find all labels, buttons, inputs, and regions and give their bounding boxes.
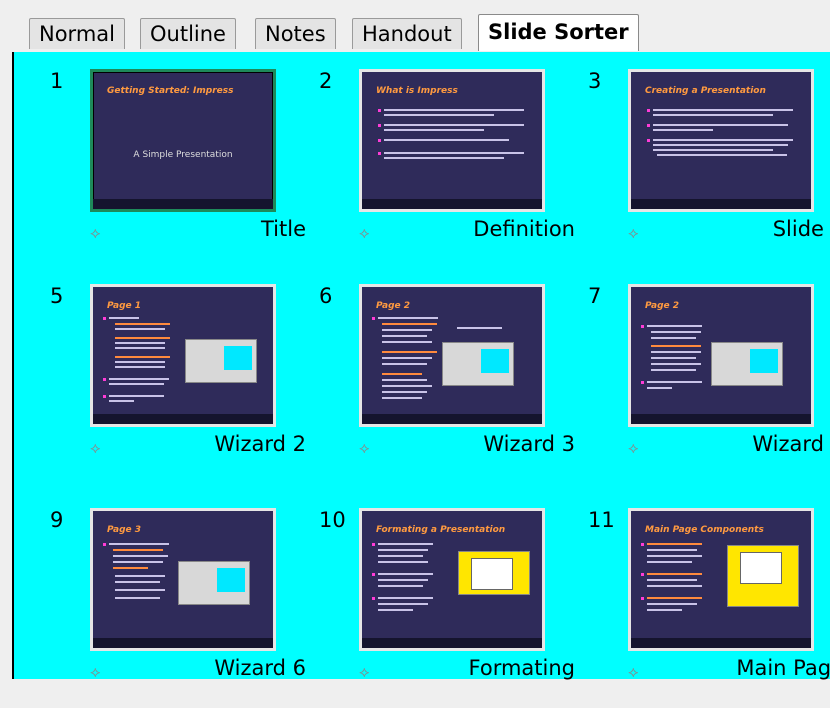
transition-icon[interactable]: ⟡ bbox=[628, 223, 639, 243]
slide-cell[interactable]: 6 Page 2 ⟡ Wizard 3 bbox=[319, 284, 575, 484]
slide-thumb-title: Creating a Presentation bbox=[645, 86, 766, 96]
slide-name: Formating bbox=[468, 656, 575, 680]
transition-icon[interactable]: ⟡ bbox=[628, 438, 639, 458]
slide-cell[interactable]: 2 What is Impress ⟡ Definition bbox=[319, 69, 575, 269]
slide-thumb-title: Page 1 bbox=[107, 301, 142, 311]
slide-thumbnail[interactable]: Creating a Presentation bbox=[628, 69, 814, 212]
transition-icon[interactable]: ⟡ bbox=[359, 438, 370, 458]
slide-thumbnail[interactable]: Formating a Presentation bbox=[359, 508, 545, 651]
slide-footer-bar bbox=[362, 414, 542, 424]
tab-outline[interactable]: Outline bbox=[140, 18, 236, 49]
tab-normal[interactable]: Normal bbox=[29, 18, 125, 49]
slide-thumb-subtitle: A Simple Presentation bbox=[133, 150, 233, 160]
slide-name: Slide 3 bbox=[772, 217, 830, 241]
slide-thumbnail[interactable]: Page 2 bbox=[628, 284, 814, 427]
slide-thumbnail[interactable]: Page 3 bbox=[90, 508, 276, 651]
left-margin bbox=[0, 52, 12, 679]
slide-cell[interactable]: 3 Creating a Presentation ⟡ Slide 3 bbox=[588, 69, 830, 269]
slide-thumb-title: Formating a Presentation bbox=[376, 525, 506, 535]
slide-name: Definition bbox=[473, 217, 575, 241]
tab-notes[interactable]: Notes bbox=[255, 18, 336, 49]
transition-icon[interactable]: ⟡ bbox=[359, 223, 370, 243]
slide-cell[interactable]: 1 Getting Started: Impress A Simple Pres… bbox=[50, 69, 306, 269]
tab-handout[interactable]: Handout bbox=[352, 18, 462, 49]
transition-icon[interactable]: ⟡ bbox=[628, 662, 639, 682]
slide-cell[interactable]: 9 Page 3 ⟡ Wizard 6 bbox=[50, 508, 306, 708]
slide-thumbnail[interactable]: Page 2 bbox=[359, 284, 545, 427]
slide-thumb-title: Getting Started: Impress bbox=[107, 86, 234, 96]
slide-number: 3 bbox=[588, 69, 602, 93]
slide-sorter-pane[interactable]: 1 Getting Started: Impress A Simple Pres… bbox=[12, 52, 830, 681]
view-tab-bar: Normal Outline Notes Handout Slide Sorte… bbox=[0, 0, 830, 56]
slide-thumbnail[interactable]: Page 1 bbox=[90, 284, 276, 427]
slide-thumb-title: What is Impress bbox=[376, 86, 458, 96]
slide-cell[interactable]: 10 Formating a Presentation ⟡ Formating bbox=[319, 508, 575, 708]
transition-icon[interactable]: ⟡ bbox=[90, 438, 101, 458]
slide-number: 11 bbox=[588, 508, 615, 532]
slide-footer-bar bbox=[631, 199, 811, 209]
slide-number: 6 bbox=[319, 284, 333, 308]
slide-name: Wizard 3 bbox=[483, 432, 575, 456]
slide-footer-bar bbox=[631, 638, 811, 648]
slide-cell[interactable]: 5 Page 1 ⟡ Wizard 2 bbox=[50, 284, 306, 484]
slide-footer-bar bbox=[93, 638, 273, 648]
slide-name: Wizard 4 bbox=[752, 432, 830, 456]
slide-thumbnail[interactable]: Getting Started: Impress A Simple Presen… bbox=[90, 69, 276, 212]
slide-name: Wizard 2 bbox=[214, 432, 306, 456]
slide-number: 7 bbox=[588, 284, 602, 308]
slide-name: Title bbox=[260, 217, 306, 241]
slide-thumb-title: Page 2 bbox=[376, 301, 411, 311]
slide-thumb-title: Page 2 bbox=[645, 301, 680, 311]
slide-footer-bar bbox=[362, 199, 542, 209]
slide-number: 5 bbox=[50, 284, 64, 308]
tab-slide-sorter[interactable]: Slide Sorter bbox=[478, 14, 639, 51]
slide-name: Main Page bbox=[736, 656, 830, 680]
slide-footer-bar bbox=[631, 414, 811, 424]
slide-number: 2 bbox=[319, 69, 333, 93]
slide-footer-bar bbox=[93, 199, 273, 209]
slide-cell[interactable]: 11 Main Page Components ⟡ Main Page bbox=[588, 508, 830, 708]
slide-thumbnail[interactable]: Main Page Components bbox=[628, 508, 814, 651]
slide-number: 9 bbox=[50, 508, 64, 532]
slide-thumb-title: Main Page Components bbox=[645, 525, 764, 535]
slide-number: 1 bbox=[50, 69, 64, 93]
slide-cell[interactable]: 7 Page 2 ⟡ Wizard 4 bbox=[588, 284, 830, 484]
slide-footer-bar bbox=[362, 638, 542, 648]
transition-icon[interactable]: ⟡ bbox=[90, 223, 101, 243]
slide-name: Wizard 6 bbox=[214, 656, 306, 680]
transition-icon[interactable]: ⟡ bbox=[90, 662, 101, 682]
slide-thumb-title: Page 3 bbox=[107, 525, 142, 535]
transition-icon[interactable]: ⟡ bbox=[359, 662, 370, 682]
slide-thumbnail[interactable]: What is Impress bbox=[359, 69, 545, 212]
slide-footer-bar bbox=[93, 414, 273, 424]
slide-number: 10 bbox=[319, 508, 346, 532]
